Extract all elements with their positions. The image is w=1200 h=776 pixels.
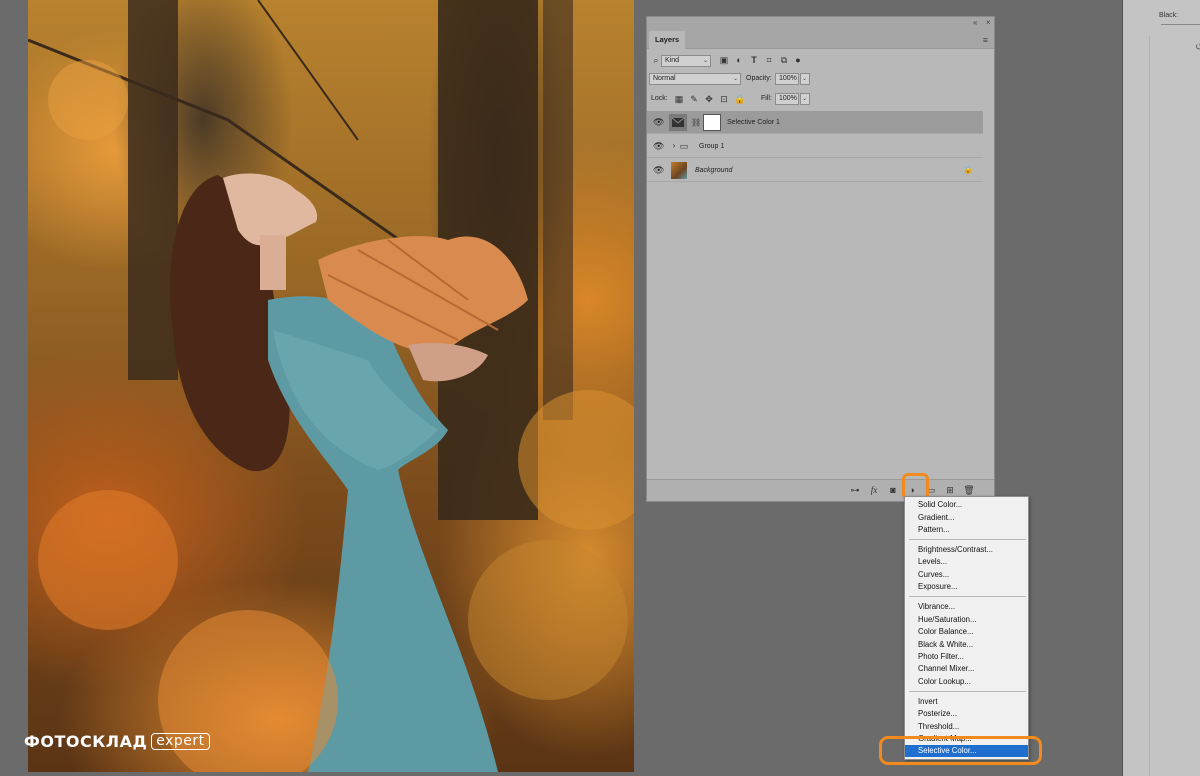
chevron-right-icon[interactable]: › <box>669 141 679 151</box>
tab-row: Layers ≡ <box>647 29 994 49</box>
filter-shape-icon[interactable]: ⌗ <box>764 55 774 65</box>
menu-item[interactable]: Channel Mixer... <box>905 663 1028 675</box>
menu-item[interactable]: Black & White... <box>905 639 1028 651</box>
panel-menu-icon[interactable]: ≡ <box>983 35 988 45</box>
panel-titlebar: « × <box>647 17 994 29</box>
filter-kind-value: Kind <box>665 57 680 64</box>
lock-position-icon[interactable]: ✥ <box>704 94 714 104</box>
fill-dropdown[interactable]: ⌄ <box>800 93 810 105</box>
menu-separator <box>909 596 1026 597</box>
lock-icon: 🔒 <box>963 165 973 174</box>
lock-pixels-icon[interactable]: ✎ <box>689 94 699 104</box>
menu-item[interactable]: Color Balance... <box>905 626 1028 638</box>
selective-color-highlight <box>879 736 1042 765</box>
chevron-down-icon: ⌄ <box>732 76 738 82</box>
chevron-down-icon: ⌄ <box>702 58 708 64</box>
adjustment-layer-menu: Solid Color... Gradient... Pattern... Br… <box>904 496 1029 760</box>
opacity-field[interactable]: 100% <box>775 73 799 85</box>
black-slider-line[interactable] <box>1161 24 1200 25</box>
eye-icon[interactable]: 👁 <box>653 165 664 175</box>
menu-item[interactable]: Curves... <box>905 569 1028 581</box>
folder-icon: ▭ <box>679 141 689 151</box>
search-icon: ⌕ <box>653 55 659 65</box>
filter-row: ⌕ Kind ⌄ ▣ ◐ T ⌗ ⧉ ● <box>647 51 994 71</box>
eye-icon[interactable]: 👁 <box>653 141 664 151</box>
panel-divider <box>1149 36 1150 776</box>
properties-panel-edge: Black: ↺ <box>1122 0 1200 776</box>
lock-artboard-icon[interactable]: ⊡ <box>719 94 729 104</box>
filter-pixel-icon[interactable]: ▣ <box>719 55 729 65</box>
reset-icon[interactable]: ↺ <box>1195 42 1200 53</box>
menu-separator <box>909 539 1026 540</box>
menu-item[interactable]: Exposure... <box>905 581 1028 593</box>
lock-transparency-icon[interactable]: ▦ <box>674 94 684 104</box>
filter-smartobject-icon[interactable]: ⧉ <box>779 55 789 65</box>
chain-link-icon[interactable]: ⛓ <box>691 118 701 128</box>
black-label: Black: <box>1159 12 1179 19</box>
filter-kind-select[interactable]: Kind ⌄ <box>661 55 711 67</box>
blend-mode-select[interactable]: Normal ⌄ <box>649 73 741 85</box>
collapse-icon[interactable]: « <box>973 17 977 29</box>
lock-all-icon[interactable]: 🔒 <box>734 94 745 104</box>
layer-row[interactable]: 👁 ⛓ Selective Color 1 <box>647 111 983 134</box>
filter-toggle-icon[interactable]: ● <box>793 55 803 65</box>
watermark-suffix: expert <box>151 733 210 750</box>
layer-thumbnail <box>671 162 687 179</box>
blend-row: Normal ⌄ Opacity: 100% ⌄ <box>647 71 994 91</box>
fill-field[interactable]: 100% <box>775 93 799 105</box>
menu-item[interactable]: Solid Color... <box>905 499 1028 511</box>
watermark-brand: ФОТОСКЛАД <box>24 732 148 751</box>
menu-item[interactable]: Gradient... <box>905 512 1028 524</box>
layer-row[interactable]: 👁 › ▭ Group 1 <box>647 135 983 158</box>
new-layer-icon[interactable]: ⊞ <box>944 484 956 496</box>
menu-item[interactable]: Pattern... <box>905 524 1028 536</box>
lock-row: Lock: ▦ ✎ ✥ ⊡ 🔒 Fill: 100% ⌄ <box>647 91 994 111</box>
eye-icon[interactable]: 👁 <box>653 117 664 127</box>
menu-item[interactable]: Levels... <box>905 556 1028 568</box>
menu-item[interactable]: Color Lookup... <box>905 676 1028 688</box>
menu-item[interactable]: Posterize... <box>905 708 1028 720</box>
trash-icon[interactable]: 🗑 <box>963 484 975 496</box>
chevron-down-icon: ⌄ <box>801 96 807 102</box>
filter-type-icon[interactable]: T <box>749 55 759 65</box>
layer-mask-thumbnail[interactable] <box>703 114 721 131</box>
menu-item[interactable]: Vibrance... <box>905 601 1028 613</box>
fx-icon[interactable]: fx <box>868 484 880 496</box>
layer-name: Selective Color 1 <box>727 119 780 126</box>
adjustment-thumbnail <box>669 114 687 131</box>
selective-color-icon <box>671 117 685 127</box>
link-icon[interactable]: ⊶ <box>849 484 861 496</box>
menu-item[interactable]: Photo Filter... <box>905 651 1028 663</box>
layer-name: Background <box>695 167 733 174</box>
menu-item[interactable]: Hue/Saturation... <box>905 614 1028 626</box>
chevron-down-icon: ⌄ <box>801 76 807 82</box>
mask-icon[interactable]: ◙ <box>887 484 899 496</box>
blend-mode-value: Normal <box>653 75 676 82</box>
menu-item[interactable]: Brightness/Contrast... <box>905 544 1028 556</box>
watermark-logo: ФОТОСКЛАД expert <box>24 732 210 751</box>
layer-row[interactable]: 👁 Background 🔒 <box>647 159 983 182</box>
tab-layers[interactable]: Layers <box>649 31 686 49</box>
layers-panel: « × Layers ≡ ⌕ Kind ⌄ ▣ ◐ T ⌗ ⧉ ● Normal… <box>646 16 995 502</box>
menu-item[interactable]: Invert <box>905 696 1028 708</box>
opacity-dropdown[interactable]: ⌄ <box>800 73 810 85</box>
menu-item[interactable]: Threshold... <box>905 721 1028 733</box>
layer-name: Group 1 <box>699 143 725 150</box>
filter-adjustment-icon[interactable]: ◐ <box>734 55 744 65</box>
close-icon[interactable]: × <box>986 17 991 29</box>
menu-separator <box>909 691 1026 692</box>
canvas-photo <box>28 0 634 772</box>
opacity-label: Opacity: <box>746 75 772 82</box>
fill-label: Fill: <box>761 95 772 102</box>
photo-illustration <box>28 0 634 772</box>
lock-label: Lock: <box>651 95 668 102</box>
